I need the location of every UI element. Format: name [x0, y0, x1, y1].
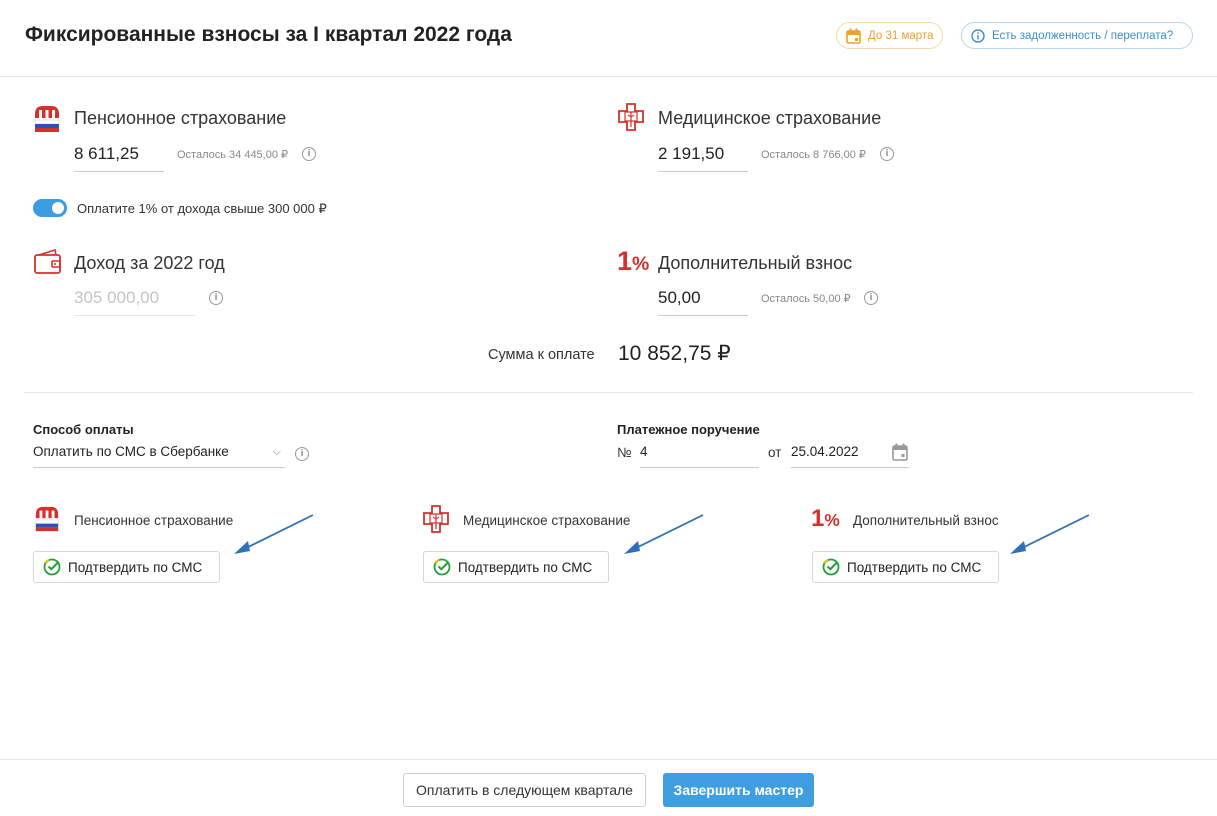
medical-title: Медицинское страхование — [658, 108, 882, 128]
medical-remaining: Осталось 8 766,00 ₽ — [761, 149, 866, 161]
payment-method-label: Способ оплаты — [33, 422, 134, 437]
section-divider — [24, 392, 1193, 393]
one-percent-icon: 1% — [811, 505, 840, 533]
order-number-input[interactable]: 4 — [640, 444, 759, 468]
pension-title: Пенсионное страхование — [74, 108, 287, 128]
confirm-sms-label: Подтвердить по СМС — [847, 559, 982, 575]
info-icon[interactable]: i — [209, 291, 223, 305]
info-icon[interactable]: i — [302, 147, 316, 161]
one-percent-sign: % — [632, 253, 650, 275]
order-date-value: 25.04.2022 — [791, 444, 859, 459]
date-prefix: от — [768, 445, 782, 460]
additional-remaining: Осталось 50,00 ₽ — [761, 293, 851, 305]
pension-amount-input[interactable]: 8 611,25 — [74, 144, 164, 172]
info-icon[interactable]: i — [295, 447, 309, 461]
confirm-sms-button[interactable]: Подтвердить по СМС — [812, 551, 999, 583]
card-pension-title: Пенсионное страхование — [74, 513, 234, 528]
one-percent-toggle[interactable] — [33, 199, 67, 217]
card-additional-title: Дополнительный взнос — [853, 513, 999, 528]
debt-overpayment-link[interactable]: Есть задолженность / переплата? — [961, 22, 1193, 49]
calendar-icon[interactable] — [892, 443, 908, 461]
medical-cross-icon — [618, 103, 644, 131]
income-title: Доход за 2022 год — [74, 253, 225, 273]
one-percent-sign: % — [824, 510, 840, 530]
medical-amount-input[interactable]: 2 191,50 — [658, 144, 748, 172]
info-icon[interactable]: i — [880, 147, 894, 161]
payment-method-value: Оплатить по СМС в Сбербанке — [33, 444, 229, 459]
total-value: 10 852,75 ₽ — [618, 342, 731, 365]
pay-next-quarter-button[interactable]: Оплатить в следующем квартале — [403, 773, 646, 807]
info-icon — [971, 28, 985, 43]
payment-method-select[interactable]: Оплатить по СМС в Сбербанке ⌵ — [33, 444, 285, 468]
confirm-sms-label: Подтвердить по СМС — [458, 559, 593, 575]
one-percent-digit: 1 — [811, 505, 825, 532]
number-prefix: № — [617, 445, 632, 460]
debt-label: Есть задолженность / переплата? — [992, 29, 1174, 42]
arrow-icon — [624, 514, 704, 554]
info-icon[interactable]: i — [864, 291, 878, 305]
sber-check-icon — [43, 558, 61, 576]
sber-check-icon — [433, 558, 451, 576]
additional-amount-input[interactable]: 50,00 — [658, 288, 748, 316]
chevron-down-icon: ⌵ — [272, 446, 281, 458]
total-label: Сумма к оплате — [488, 347, 595, 363]
medical-cross-icon — [423, 505, 449, 533]
confirm-sms-button[interactable]: Подтвердить по СМС — [33, 551, 220, 583]
one-percent-toggle-label: Оплатите 1% от дохода свыше 300 000 ₽ — [77, 201, 327, 216]
income-input[interactable]: 305 000,00 — [74, 288, 195, 316]
payment-order-label: Платежное поручение — [617, 422, 760, 437]
calendar-icon — [846, 28, 861, 44]
one-percent-digit: 1 — [617, 246, 633, 276]
page-title: Фиксированные взносы за I квартал 2022 г… — [25, 23, 512, 46]
sber-check-icon — [822, 558, 840, 576]
pension-remaining: Осталось 34 445,00 ₽ — [177, 149, 289, 161]
finish-wizard-button[interactable]: Завершить мастер — [663, 773, 814, 807]
deadline-label: До 31 марта — [868, 29, 934, 42]
arrow-icon — [234, 514, 314, 554]
confirm-sms-button[interactable]: Подтвердить по СМС — [423, 551, 609, 583]
wallet-icon — [34, 249, 61, 274]
one-percent-icon: 1% — [617, 246, 649, 277]
deadline-badge[interactable]: До 31 марта — [836, 22, 944, 49]
pfr-logo-icon — [34, 106, 60, 132]
header-divider — [0, 76, 1217, 77]
confirm-sms-label: Подтвердить по СМС — [68, 559, 203, 575]
arrow-icon — [1010, 514, 1090, 554]
card-medical-title: Медицинское страхование — [463, 513, 631, 528]
additional-title: Дополнительный взнос — [658, 253, 853, 273]
pfr-logo-icon — [35, 506, 59, 532]
